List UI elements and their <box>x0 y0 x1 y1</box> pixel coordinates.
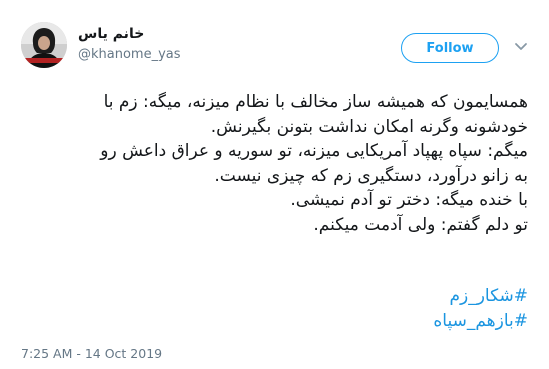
hashtag-link[interactable]: #شکار_زم <box>20 284 528 309</box>
tweet-text-line: همسایمون که همیشه ساز مخالف با نظام میزن… <box>103 92 528 112</box>
display-name[interactable]: خانم یاس <box>78 26 144 42</box>
hashtag-list: #شکار_زم #بازهم_سپاه <box>20 284 528 333</box>
tweet-text-line: تو دلم گفتم: ولی آدمت میکنم. <box>313 214 528 235</box>
tweet-text-line: با خنده میگه: دختر تو آدم نمیشی. <box>290 190 528 210</box>
user-handle[interactable]: @khanome_yas <box>78 47 181 62</box>
tweet-text-line: میگم: سپاه پهپاد آمریکایی میزنه، تو سوری… <box>100 141 528 161</box>
follow-button[interactable]: Follow <box>401 33 499 63</box>
tweet-text-line: به زانو درآورد، دستگیری زم که چیزی نیست. <box>214 165 528 186</box>
tweet-text-line: خودشونه وگرنه امکان نداشت بتونن بگیرنش. <box>210 116 528 137</box>
tweet-text: همسایمون که همیشه ساز مخالف با نظام میزن… <box>20 90 528 237</box>
avatar-image <box>21 22 67 68</box>
tweet-card: خانم یاس @khanome_yas Follow همسایمون که… <box>0 0 549 369</box>
tweet-timestamp[interactable]: 7:25 AM - 14 Oct 2019 <box>21 346 162 361</box>
chevron-down-icon[interactable] <box>514 42 528 52</box>
avatar[interactable] <box>21 22 67 68</box>
hashtag-link[interactable]: #بازهم_سپاه <box>20 309 528 334</box>
